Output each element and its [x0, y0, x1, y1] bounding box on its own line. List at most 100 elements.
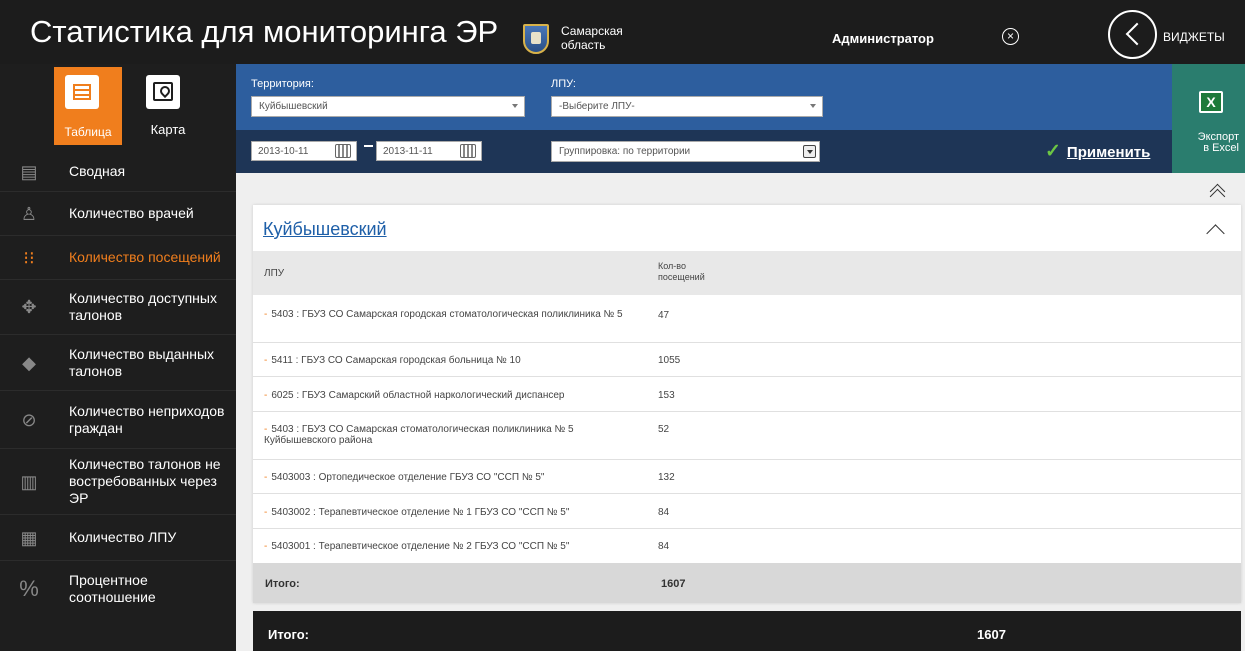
widgets-link[interactable]: ВИДЖЕТЫ — [1163, 30, 1225, 44]
sidebar-item-unclaimed-tickets[interactable]: ▥ Количество талонов не востребованных ч… — [0, 449, 236, 515]
expand-toggle[interactable]: - — [264, 507, 267, 518]
tab-table[interactable]: Таблица — [54, 67, 122, 145]
territory-label: Территория: — [251, 78, 314, 90]
column-header-visits-line-1: Кол-во — [658, 261, 686, 271]
expand-toggle[interactable]: - — [264, 424, 267, 435]
row-lpu-name: -6025 : ГБУЗ Самарский областной нарколо… — [264, 390, 644, 401]
hospital-icon: ▦ — [20, 527, 38, 548]
date-to-value: 2013-11-11 — [383, 146, 433, 157]
percent-icon: % — [19, 576, 39, 601]
unclaimed-chart-icon: ▥ — [20, 471, 38, 492]
sidebar-item-label: Количество талонов не востребованных чер… — [69, 456, 221, 506]
chevron-down-icon — [810, 104, 816, 108]
export-label: Экспорт в Excel — [1172, 132, 1239, 154]
row-visits-value: 84 — [658, 507, 670, 518]
table-row: -5403002 : Терапевтическое отделение № 1… — [253, 494, 1241, 529]
row-lpu-name-text: 5411 : ГБУЗ СО Самарская городская больн… — [271, 355, 521, 366]
sidebar-item-available-tickets[interactable]: ✥ Количество доступных талонов — [0, 280, 236, 335]
territory-select[interactable]: Куйбышевский — [251, 96, 525, 117]
expand-toggle[interactable]: - — [264, 309, 267, 320]
date-from-value: 2013-10-11 — [258, 146, 309, 157]
sidebar-item-lpu-count[interactable]: ▦ Количество ЛПУ — [0, 515, 236, 561]
sidebar-item-visits[interactable]: ⁝⁝ Количество посещений — [0, 236, 236, 280]
table-row: -5411 : ГБУЗ СО Самарская городская боль… — [253, 343, 1241, 377]
row-lpu-name: -5403 : ГБУЗ СО Самарская городская стом… — [264, 309, 644, 320]
sidebar-item-percentage[interactable]: % Процентное соотношение — [0, 561, 236, 617]
sidebar-item-label: Количество врачей — [69, 205, 194, 221]
table-body: -5403 : ГБУЗ СО Самарская городская стом… — [253, 295, 1241, 563]
table-row: -5403 : ГБУЗ СО Самарская городская стом… — [253, 295, 1241, 343]
column-header-visits[interactable]: Кол-во посещений — [658, 261, 728, 283]
sidebar-item-label: Количество неприходов граждан — [69, 402, 225, 436]
widgets-back-button[interactable] — [1108, 10, 1157, 59]
lpu-select[interactable]: -Выберите ЛПУ- — [551, 96, 823, 117]
export-excel-button[interactable]: Экспорт в Excel — [1172, 64, 1245, 173]
table-header: ЛПУ Кол-во посещений — [253, 251, 1241, 295]
expand-toggle[interactable]: - — [264, 472, 267, 483]
table-icon — [65, 75, 99, 109]
date-to-input[interactable]: 2013-11-11 — [376, 141, 482, 161]
summary-icon: ▤ — [20, 161, 38, 182]
tab-map-label: Карта — [150, 122, 186, 137]
table-row: -6025 : ГБУЗ Самарский областной нарколо… — [253, 377, 1241, 412]
row-visits-value: 153 — [658, 390, 675, 401]
expand-toggle[interactable]: - — [264, 541, 267, 552]
no-show-icon: ⊘ — [21, 409, 37, 430]
sidebar-item-issued-tickets[interactable]: ◆ Количество выданных талонов — [0, 335, 236, 391]
issued-tickets-icon: ◆ — [22, 352, 36, 373]
territory-panel: Куйбышевский ЛПУ Кол-во посещений -5403 … — [253, 205, 1241, 603]
subtotal-value: 1607 — [661, 578, 686, 590]
sidebar-item-label: Сводная — [69, 163, 126, 179]
date-from-input[interactable]: 2013-10-11 — [251, 141, 357, 161]
table-row: -5403001 : Терапевтическое отделение № 2… — [253, 529, 1241, 563]
chevron-down-icon — [803, 145, 816, 158]
apply-button[interactable]: ✓ Применить — [1045, 140, 1150, 163]
logout-icon[interactable]: × — [1002, 28, 1019, 45]
row-visits-value: 52 — [658, 424, 670, 435]
row-lpu-name: -5403002 : Терапевтическое отделение № 1… — [264, 507, 644, 518]
territory-select-value: Куйбышевский — [259, 101, 328, 112]
doctor-icon: ♙ — [20, 203, 38, 224]
app-title: Статистика для мониторинга ЭР — [30, 14, 499, 49]
expand-toggle[interactable]: - — [264, 390, 267, 401]
tab-map[interactable]: Карта — [134, 67, 202, 145]
row-visits-value: 84 — [658, 541, 670, 552]
chevron-up-icon[interactable] — [1206, 224, 1225, 243]
sidebar-item-summary[interactable]: ▤ Сводная — [0, 152, 236, 192]
grand-total-value: 1607 — [977, 627, 1006, 642]
region-line-1: Самарская — [561, 24, 623, 38]
column-header-lpu[interactable]: ЛПУ — [264, 268, 284, 279]
row-lpu-name: -5411 : ГБУЗ СО Самарская городская боль… — [264, 355, 644, 366]
apply-label: Применить — [1066, 144, 1151, 161]
subtotal-row: Итого: 1607 — [253, 563, 1241, 603]
row-visits-value: 132 — [658, 472, 675, 483]
user-name: Администратор — [832, 31, 934, 46]
row-lpu-name-text: 5403003 : Ортопедическое отделение ГБУЗ … — [271, 472, 545, 483]
calendar-icon[interactable] — [460, 144, 476, 158]
row-lpu-name: -5403003 : Ортопедическое отделение ГБУЗ… — [264, 472, 644, 483]
main-content: Куйбышевский ЛПУ Кол-во посещений -5403 … — [236, 173, 1245, 651]
row-visits-value: 1055 — [658, 355, 681, 366]
grouping-select[interactable]: Группировка: по территории — [551, 141, 820, 162]
calendar-icon[interactable] — [335, 144, 351, 158]
row-lpu-name-text: 5403 : ГБУЗ СО Самарская городская стома… — [271, 309, 623, 320]
sidebar-item-label: Количество выданных талонов — [69, 345, 215, 379]
expand-toggle[interactable]: - — [264, 355, 267, 366]
sidebar-item-label: Количество ЛПУ — [69, 529, 177, 545]
available-tickets-icon: ✥ — [21, 297, 37, 317]
sidebar-item-label: Количество посещений — [69, 249, 221, 265]
table-row: -5403003 : Ортопедическое отделение ГБУЗ… — [253, 460, 1241, 494]
subtotal-label: Итого: — [265, 578, 300, 590]
lpu-label: ЛПУ: — [551, 78, 576, 90]
collapse-all-icon[interactable] — [1209, 183, 1227, 199]
sidebar-item-no-shows[interactable]: ⊘ Количество неприходов граждан — [0, 391, 236, 449]
export-label-line-2: в Excel — [1203, 142, 1239, 154]
table-row: -5403 : ГБУЗ СО Самарская стоматологичес… — [253, 412, 1241, 460]
territory-panel-title[interactable]: Куйбышевский — [263, 219, 387, 240]
row-visits-value: 47 — [658, 310, 670, 321]
grouping-select-value: Группировка: по территории — [559, 146, 691, 157]
sidebar-item-doctors[interactable]: ♙ Количество врачей — [0, 192, 236, 236]
row-lpu-name-text: 5403001 : Терапевтическое отделение № 2 … — [271, 541, 570, 552]
sidebar-nav: ▤ Сводная ♙ Количество врачей ⁝⁝ Количес… — [0, 152, 236, 617]
region-line-2: область — [561, 38, 606, 52]
